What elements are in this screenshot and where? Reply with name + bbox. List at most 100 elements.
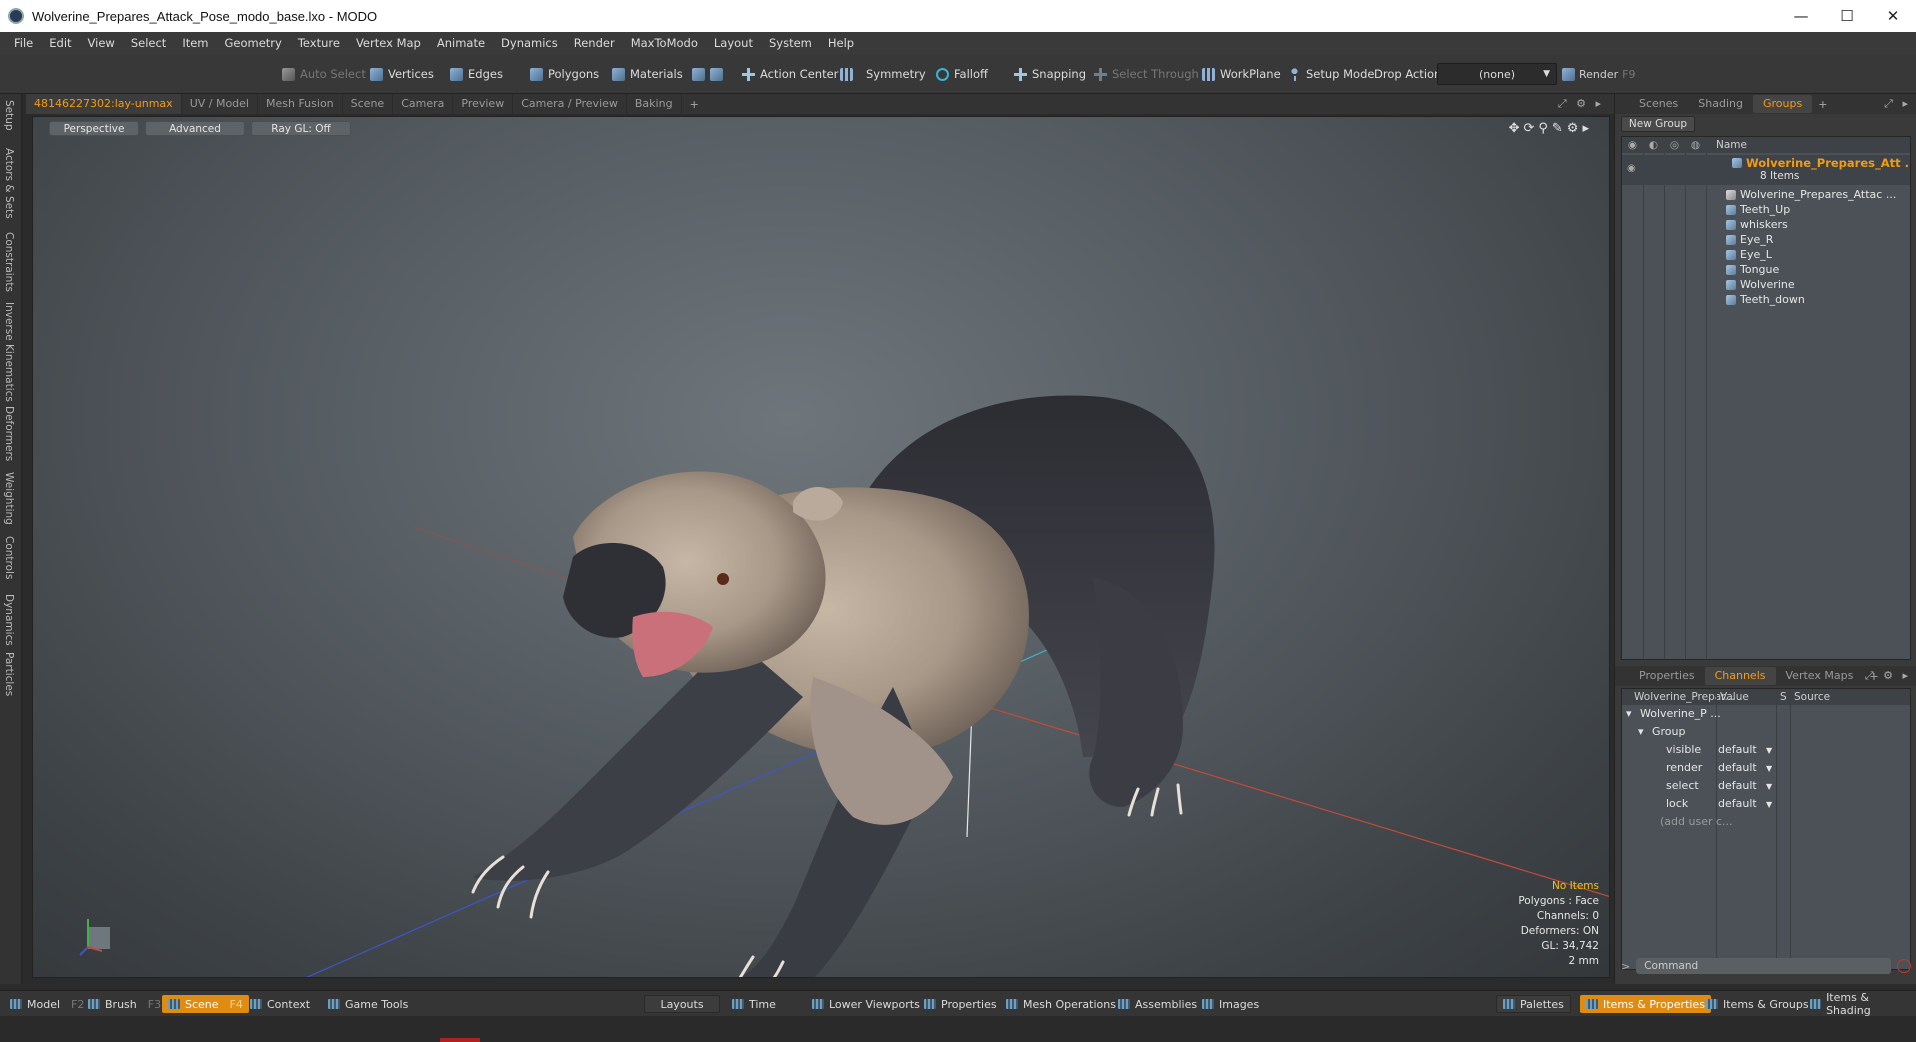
menu-dynamics[interactable]: Dynamics <box>493 36 566 50</box>
symmetry-button[interactable]: Symmetry <box>840 63 926 85</box>
tab-deformers[interactable]: Deformers <box>3 406 15 461</box>
menu-system[interactable]: System <box>761 36 820 50</box>
select-column-icon[interactable]: ◎ <box>1664 139 1685 151</box>
tab-constraints[interactable]: Constraints <box>3 232 15 292</box>
menu-geometry[interactable]: Geometry <box>217 36 290 50</box>
tab-particles[interactable]: Particles <box>3 652 15 696</box>
channel-value-visible[interactable]: default <box>1718 743 1757 756</box>
menu-render[interactable]: Render <box>566 36 623 50</box>
tab-dynamics[interactable]: Dynamics <box>3 594 15 646</box>
polygons-button[interactable]: Polygons <box>530 63 599 85</box>
tab-camera-preview[interactable]: Camera / Preview <box>513 94 627 114</box>
channel-row-lock[interactable]: lock default ▼ <box>1622 797 1910 815</box>
new-group-button[interactable]: New Group <box>1621 116 1695 132</box>
channel-root-row[interactable]: ▾ Wolverine_P ... <box>1622 707 1910 725</box>
snap-toggle-buttons[interactable] <box>692 63 723 85</box>
visibility-column-icon[interactable]: ◉ <box>1622 139 1643 151</box>
list-item[interactable]: Tongue <box>1726 263 1779 276</box>
drop-action-select[interactable]: (none) ▼ <box>1437 63 1557 85</box>
select-through-button[interactable]: Select Through <box>1094 63 1199 85</box>
edges-button[interactable]: Edges <box>450 63 503 85</box>
list-item[interactable]: Wolverine_Prepares_Attac ... <box>1726 188 1896 201</box>
vertices-button[interactable]: Vertices <box>370 63 434 85</box>
chevron-down-icon[interactable]: ▼ <box>1766 746 1772 755</box>
items-groups-button[interactable]: Items & Groups <box>1700 995 1815 1013</box>
list-item[interactable]: whiskers <box>1726 218 1788 231</box>
setup-mode-button[interactable]: Setup Mode <box>1288 63 1374 85</box>
menu-vertex-map[interactable]: Vertex Map <box>348 36 429 50</box>
list-item[interactable]: Eye_R <box>1726 233 1773 246</box>
properties-expand-icon[interactable]: ⤢ ⚙ ▸ <box>1865 669 1911 683</box>
groups-list[interactable]: ◉ ◐ ◎ ◍ Name ◉ Wolverine_Prepares_Att ..… <box>1621 136 1911 660</box>
scene-layout-button[interactable]: Scene F4 <box>162 995 249 1013</box>
render-button[interactable]: Render F9 <box>1562 63 1636 85</box>
minimize-button[interactable]: — <box>1778 0 1824 32</box>
menu-edit[interactable]: Edit <box>41 36 79 50</box>
lower-viewports-button[interactable]: Lower Viewports <box>806 995 926 1013</box>
list-item[interactable]: Teeth_Up <box>1726 203 1790 216</box>
brush-layout-button[interactable]: Brush F3 <box>82 995 167 1013</box>
list-item[interactable]: Eye_L <box>1726 248 1772 261</box>
channel-value-lock[interactable]: default <box>1718 797 1757 810</box>
lock-column-icon[interactable]: ◍ <box>1685 139 1706 151</box>
context-layout-button[interactable]: Context <box>244 995 316 1013</box>
menu-layout[interactable]: Layout <box>706 36 761 50</box>
items-shading-button[interactable]: Items & Shading <box>1804 991 1916 1017</box>
expand-triangle-icon[interactable]: ▾ <box>1626 707 1632 720</box>
chevron-down-icon[interactable]: ▼ <box>1766 800 1772 809</box>
workplane-button[interactable]: WorkPlane <box>1202 63 1281 85</box>
mesh-operations-button[interactable]: Mesh Operations <box>1000 995 1122 1013</box>
menu-select[interactable]: Select <box>123 36 174 50</box>
menu-help[interactable]: Help <box>820 36 862 50</box>
tab-scenes[interactable]: Scenes <box>1629 95 1688 113</box>
items-properties-button[interactable]: Items & Properties <box>1580 995 1711 1013</box>
list-item[interactable]: Teeth_down <box>1726 293 1805 306</box>
chevron-down-icon[interactable]: ▼ <box>1766 764 1772 773</box>
channel-row-select[interactable]: select default ▼ <box>1622 779 1910 797</box>
channels-list[interactable]: Wolverine_Prepar... Value S Source ▾ Wol… <box>1621 688 1911 970</box>
maximize-button[interactable]: ☐ <box>1824 0 1870 32</box>
tab-shading[interactable]: Shading <box>1688 95 1753 113</box>
channel-row-visible[interactable]: visible default ▼ <box>1622 743 1910 761</box>
panel-expand-icon[interactable]: ⤢ ▸ <box>1884 97 1911 111</box>
tab-preview[interactable]: Preview <box>453 94 514 114</box>
tab-groups[interactable]: Groups <box>1752 95 1813 113</box>
3d-viewport[interactable]: Perspective Advanced Ray GL: Off ✥⟳⚲✎⚙▸ <box>32 116 1610 978</box>
menu-animate[interactable]: Animate <box>429 36 493 50</box>
palettes-button[interactable]: Palettes <box>1496 995 1571 1013</box>
menu-view[interactable]: View <box>80 36 123 50</box>
add-user-channel-row[interactable]: (add user c... <box>1622 815 1910 833</box>
channel-row-render[interactable]: render default ▼ <box>1622 761 1910 779</box>
chevron-down-icon[interactable]: ▼ <box>1766 782 1772 791</box>
layouts-button[interactable]: Layouts <box>644 995 720 1013</box>
add-panel-tab-button[interactable]: + <box>1812 98 1833 111</box>
images-button[interactable]: Images <box>1196 995 1265 1013</box>
auto-select-button[interactable]: Auto Select <box>282 63 366 85</box>
game-tools-layout-button[interactable]: Game Tools <box>322 995 414 1013</box>
tab-lay-unmax[interactable]: 48146227302:lay-unmax <box>26 94 182 114</box>
materials-button[interactable]: Materials <box>612 63 683 85</box>
record-macro-icon[interactable] <box>1897 959 1911 973</box>
tab-setup[interactable]: Setup <box>3 100 15 131</box>
expand-triangle-icon[interactable]: ▾ <box>1638 725 1644 738</box>
tab-vertex-maps[interactable]: Vertex Maps <box>1776 667 1864 685</box>
channel-value-select[interactable]: default <box>1718 779 1757 792</box>
close-button[interactable]: ✕ <box>1870 0 1916 32</box>
group-row[interactable]: ◉ Wolverine_Prepares_Att ... 8 Items <box>1622 155 1910 185</box>
menu-maxtomodo[interactable]: MaxToModo <box>623 36 706 50</box>
list-item[interactable]: Wolverine <box>1726 278 1795 291</box>
tab-scene[interactable]: Scene <box>343 94 394 114</box>
assemblies-button[interactable]: Assemblies <box>1112 995 1203 1013</box>
render-column-icon[interactable]: ◐ <box>1643 139 1664 151</box>
eye-icon[interactable]: ◉ <box>1627 163 1636 174</box>
action-center-button[interactable]: Action Center <box>742 63 838 85</box>
tab-weighting[interactable]: Weighting <box>3 472 15 525</box>
snapping-button[interactable]: Snapping <box>1014 63 1086 85</box>
tab-actors-sets[interactable]: Actors & Sets <box>3 148 15 219</box>
viewport-expand-icon[interactable]: ⤢ ⚙ ▸ <box>1558 97 1604 111</box>
tab-mesh-fusion[interactable]: Mesh Fusion <box>258 94 343 114</box>
tab-uv-model[interactable]: UV / Model <box>182 94 258 114</box>
model-layout-button[interactable]: Model F2 <box>4 995 90 1013</box>
command-input[interactable]: Command <box>1636 958 1891 974</box>
channel-value-render[interactable]: default <box>1718 761 1757 774</box>
